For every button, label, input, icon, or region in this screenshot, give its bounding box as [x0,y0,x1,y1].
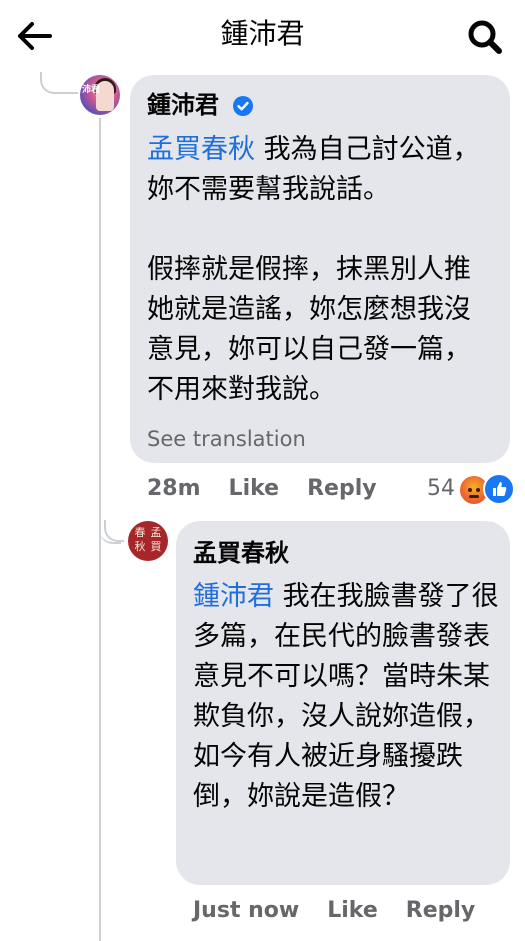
comment-text: 孟買春秋 我為自己討公道，妳不需要幫我說話。 假摔就是假摔，抹黑別人推她就是造謠… [147,130,487,410]
reaction-count[interactable]: 54 [427,473,455,505]
like-button[interactable]: Like [229,476,280,501]
seal-char: 孟 [150,526,162,539]
like-reaction-icon[interactable] [483,473,515,505]
search-icon[interactable] [466,18,504,56]
page-title: 鍾沛君 [220,17,305,50]
seal-logo: 春 孟 秋 買 [132,527,164,555]
reply-text: 鍾沛君 我在我臉書發了很多篇，在民代的臉書發表意見不可以嗎？當時朱某欺負你，沒人… [193,577,499,817]
comment-paragraph-1: 孟買春秋 我為自己討公道，妳不需要幫我說話。 [147,130,487,210]
thumbs-up-icon [493,482,507,496]
seal-char: 春 [134,526,146,539]
seal-char: 買 [150,540,162,553]
comment-author[interactable]: 鍾沛君 [147,88,219,122]
comment-timestamp: 28m [147,476,201,501]
author-avatar[interactable]: 沛君 [80,75,120,115]
reply-author-avatar[interactable]: 春 孟 秋 買 [128,521,168,561]
mention-link[interactable]: 孟買春秋 [147,134,255,165]
avatar-text: 沛君 [82,85,101,95]
comment-actions: 28m Like Reply [147,473,405,505]
angry-eye-left [468,488,472,492]
verified-badge-icon [233,96,253,116]
reply-timestamp: Just now [193,898,300,923]
top-bar: 鍾沛君 [0,0,525,70]
reply-author[interactable]: 孟買春秋 [193,536,289,570]
comment-paragraph-2: 假摔就是假摔，抹黑別人推她就是造謠，妳怎麼想我沒意見，妳可以自己發一篇，不用來對… [147,254,471,405]
reply-button[interactable]: Reply [307,476,377,501]
reply-text-part: 我在我臉書發了很多篇，在民代的臉書發表意見不可以嗎？當時朱某欺負你，沒人說妳造假… [193,581,499,812]
see-translation-link[interactable]: See translation [147,423,306,455]
thread-connector-top [40,72,78,94]
reply-like-button[interactable]: Like [327,898,378,923]
angry-eye-right [476,488,480,492]
reply-actions: Just now Like Reply [193,895,503,927]
reply-mention-link[interactable]: 鍾沛君 [193,581,274,612]
angry-mouth [469,495,479,498]
seal-char: 秋 [134,540,146,553]
reply-reply-button[interactable]: Reply [406,898,476,923]
